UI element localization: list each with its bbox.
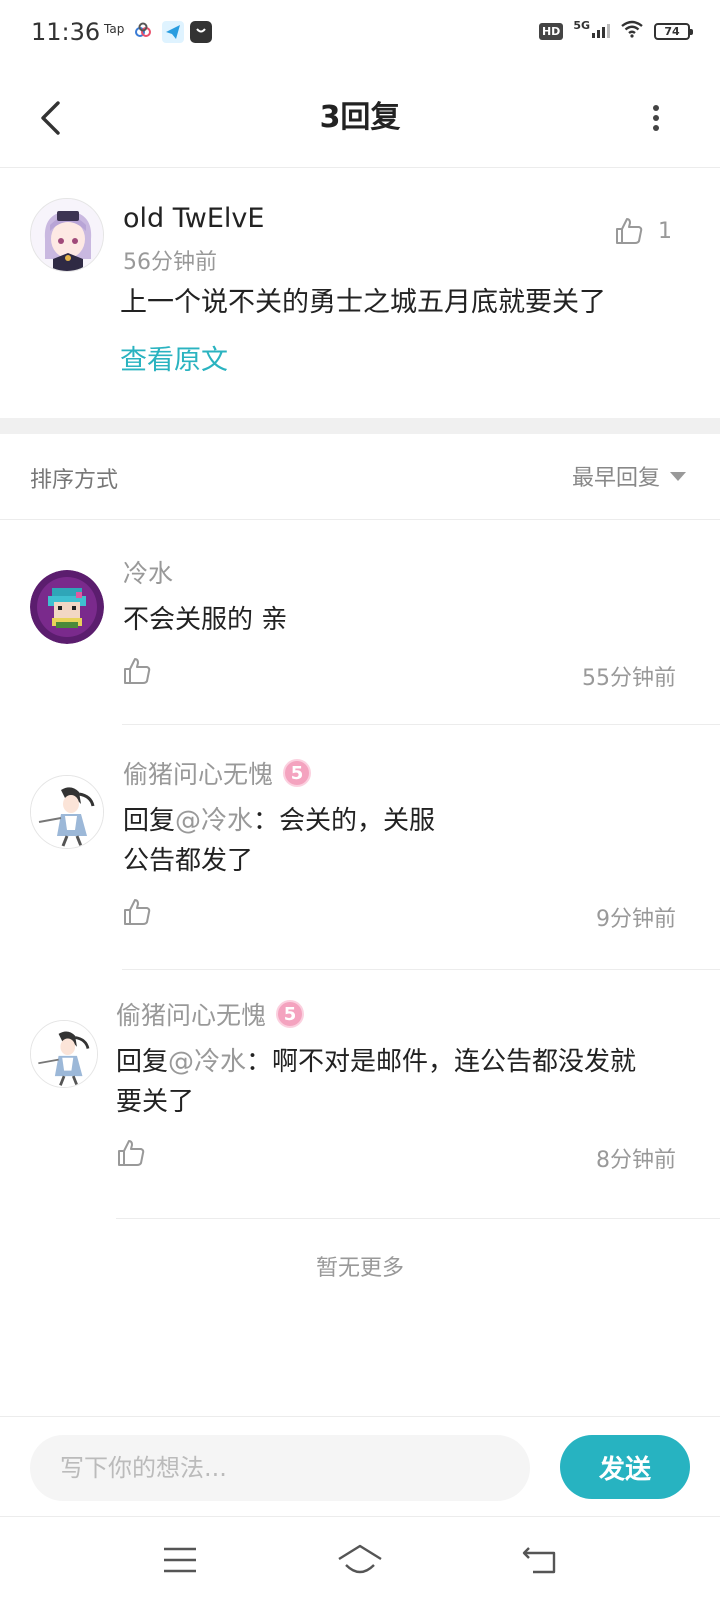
level-badge: 5 — [283, 759, 312, 787]
avatar[interactable] — [30, 1020, 98, 1088]
anime-girl-avatar-icon — [31, 199, 103, 271]
signal-icon: 5G — [573, 19, 610, 38]
status-time: 11:36 — [31, 18, 101, 46]
home-button[interactable] — [330, 1535, 390, 1585]
like-button[interactable] — [122, 656, 158, 692]
reply-text: 回复@冷水：啊不对是邮件，连公告都没发就 要关了 — [116, 1047, 637, 1117]
thumbs-up-icon — [118, 1140, 145, 1166]
level-badge: 5 — [276, 1000, 305, 1028]
sort-selected: 最早回复 — [571, 466, 660, 491]
reply-time: 55分钟前 — [582, 666, 676, 691]
tap-app-icon: Tap — [104, 22, 125, 36]
reply-item: 偷猪问心无愧 5 回复@冷水：会关的，关服 公告都发了 9分钟前 — [0, 725, 720, 970]
divider — [116, 1218, 720, 1219]
reply-time: 8分钟前 — [596, 1148, 676, 1173]
battery-icon: 74 — [654, 22, 693, 40]
swordsman-avatar-icon — [31, 1021, 97, 1087]
comment-input[interactable] — [30, 1435, 530, 1501]
sort-dropdown[interactable]: 最早回复 — [572, 460, 686, 492]
like-button[interactable] — [116, 1138, 152, 1174]
reply-author[interactable]: 偷猪问心无愧 5 — [123, 755, 312, 791]
menu-icon — [164, 1547, 196, 1573]
back-arrow-icon — [522, 1547, 556, 1574]
view-original-link[interactable]: 查看原文 — [120, 338, 228, 377]
reply-author[interactable]: 冷水 — [123, 554, 173, 590]
reply-item: 偷猪问心无愧 5 回复@冷水：啊不对是邮件，连公告都没发就 要关了 8分钟前 — [0, 970, 720, 1220]
page-title: 3回复 — [319, 100, 401, 135]
swordsman-avatar-icon — [31, 776, 103, 848]
thumbs-up-icon — [616, 218, 643, 244]
mention-link[interactable]: @冷水 — [175, 806, 253, 836]
status-right: HD 5G 74 — [538, 19, 693, 42]
comment-text: 上一个说不关的勇士之城五月底就要关了 — [120, 287, 606, 318]
thumbs-up-icon — [124, 899, 151, 925]
reply-author[interactable]: 偷猪问心无愧 5 — [116, 996, 305, 1032]
like-button[interactable] — [122, 897, 158, 933]
more-button[interactable] — [628, 90, 684, 146]
comment-author[interactable]: old TwElvE — [123, 203, 264, 234]
status-bar: 11:36 Tap HD 5G 74 — [0, 0, 720, 68]
comment-input-bar: 发送 — [0, 1416, 720, 1516]
cloud-app-icon — [134, 22, 152, 44]
avatar[interactable] — [30, 570, 104, 644]
like-count: 1 — [658, 218, 672, 244]
system-nav-bar — [0, 1516, 720, 1600]
mention-link[interactable]: @冷水 — [168, 1047, 246, 1077]
dropdown-triangle-icon — [670, 471, 686, 481]
sort-label: 排序方式 — [30, 468, 119, 493]
sort-row: 排序方式 最早回复 — [0, 434, 720, 520]
home-icon — [338, 1544, 382, 1574]
menu-button[interactable] — [150, 1535, 210, 1585]
reply-text: 回复@冷水：会关的，关服 公告都发了 — [123, 806, 436, 876]
main-comment: old TwElvE 56分钟前 1 上一个说不关的勇士之城五月底就要关了 查看… — [0, 168, 720, 418]
no-more-text: 暂无更多 — [315, 1256, 404, 1281]
top-nav-bar: 3回复 — [0, 68, 720, 168]
more-vertical-icon — [653, 105, 659, 131]
thumbs-up-icon — [124, 658, 151, 684]
section-divider — [0, 418, 720, 434]
reply-text: 不会关服的 亲 — [123, 605, 288, 635]
avatar[interactable] — [30, 775, 104, 849]
send-button[interactable]: 发送 — [560, 1435, 690, 1499]
reply-item: 冷水 不会关服的 亲 55分钟前 — [0, 520, 720, 725]
avatar[interactable] — [30, 198, 104, 272]
telegram-app-icon — [162, 21, 184, 47]
hd-icon: HD — [538, 22, 564, 40]
comment-time: 56分钟前 — [123, 250, 217, 275]
wifi-icon — [620, 20, 644, 42]
reply-time: 9分钟前 — [596, 907, 676, 932]
bag-app-icon — [190, 21, 212, 47]
like-button[interactable]: 1 — [614, 216, 672, 246]
back-nav-button[interactable] — [510, 1535, 570, 1585]
pixel-character-avatar-icon — [30, 570, 104, 644]
